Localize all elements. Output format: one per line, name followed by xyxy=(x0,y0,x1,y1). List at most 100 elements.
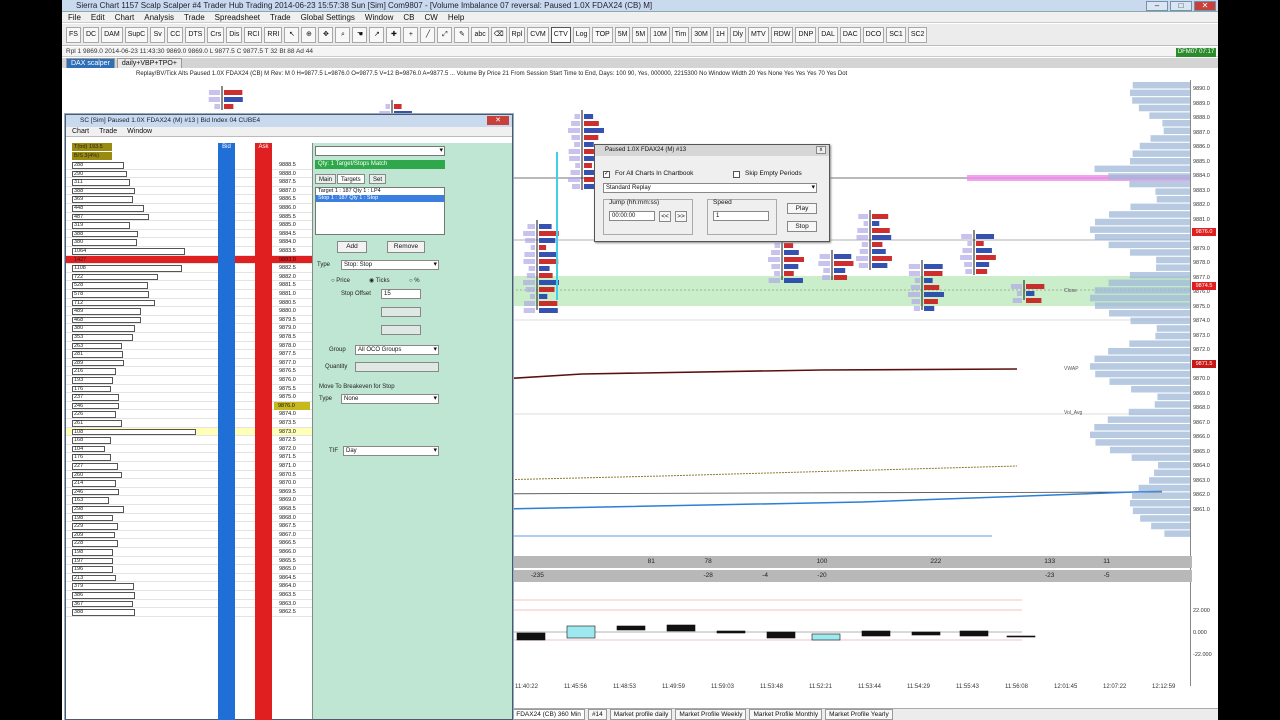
ladder-row[interactable]: 104 9872.0 xyxy=(66,445,312,454)
ladder-row[interactable]: 288 9888.5 xyxy=(66,161,312,170)
ladder-row[interactable]: 263 9878.0 xyxy=(66,342,312,351)
type-select[interactable]: Stop: Stop xyxy=(341,260,439,270)
zoom-icon[interactable]: ⌕ xyxy=(335,26,351,43)
ladder-row[interactable]: 168 9872.5 xyxy=(66,436,312,445)
menu-item-cw[interactable]: CW xyxy=(424,12,437,22)
ladder-row[interactable]: 108 9873.0 xyxy=(66,427,312,437)
tif-select[interactable]: Day xyxy=(343,446,439,456)
time-axis[interactable]: 11:09:5311:40:2211:45:5611:48:5311:49:59… xyxy=(452,684,1192,694)
ladder-row[interactable]: 722 9882.0 xyxy=(66,273,312,282)
pan-icon[interactable]: ✥ xyxy=(318,26,334,43)
ladder-row[interactable]: 289 9877.0 xyxy=(66,359,312,368)
skip-empty-checkbox[interactable] xyxy=(733,171,740,178)
menu-item-edit[interactable]: Edit xyxy=(91,12,105,22)
quantity-input[interactable] xyxy=(355,362,439,372)
arrow-icon[interactable]: ↗ xyxy=(369,26,385,43)
status-tab[interactable]: #14 xyxy=(587,709,607,720)
order-template-select[interactable] xyxy=(315,146,445,156)
plus-icon[interactable]: + xyxy=(403,26,419,43)
ladder-row[interactable]: 380 9879.0 xyxy=(66,324,312,333)
tab-set[interactable]: Set xyxy=(369,174,387,184)
ladder-row[interactable]: 388 9887.0 xyxy=(66,187,312,196)
toolbar-button-mtv[interactable]: MTV xyxy=(747,26,769,43)
ladder-row[interactable]: 213 9864.5 xyxy=(66,574,312,583)
status-tab[interactable]: Market Profile Weekly xyxy=(675,709,747,720)
line-icon[interactable]: ╱ xyxy=(420,26,436,43)
toolbar-button-rdw[interactable]: RDW xyxy=(770,26,794,43)
toolbar-button-fs[interactable]: FS xyxy=(66,26,81,43)
maximize-button[interactable]: □ xyxy=(1170,1,1192,11)
ladder-row[interactable]: 489 9880.0 xyxy=(66,307,312,316)
move-type-select[interactable]: None xyxy=(341,394,439,404)
tab-0[interactable]: DAX scalper xyxy=(66,58,115,68)
ladder-row[interactable]: 176 9871.5 xyxy=(66,453,312,462)
ladder-row[interactable]: 468 9879.5 xyxy=(66,316,312,325)
ladder-row[interactable]: 281 9877.5 xyxy=(66,350,312,359)
ladder-row[interactable]: 311 9887.5 xyxy=(66,178,312,187)
ladder-row[interactable]: 261 9873.5 xyxy=(66,419,312,428)
speed-input[interactable]: 1 xyxy=(713,211,769,221)
offset-field-3[interactable] xyxy=(381,325,421,335)
toolbar-button-rpl[interactable]: Rpl xyxy=(508,26,526,43)
play-button[interactable]: Play xyxy=(787,203,817,214)
toolbar-button-1h[interactable]: 1H xyxy=(712,26,728,43)
ladder-row[interactable]: 228 9866.5 xyxy=(66,539,312,548)
ladder-row[interactable]: 353 9878.5 xyxy=(66,333,312,342)
menu-item-cb[interactable]: CB xyxy=(403,12,414,22)
targets-list[interactable]: Target 1 : 187 Qty 1 : LP4 Stop 1 : 187 … xyxy=(315,187,445,235)
tab-main[interactable]: Main xyxy=(315,174,337,184)
list-item[interactable]: Stop 1 : 187 Qty 1 : Stop xyxy=(316,195,444,202)
replay-mode-select[interactable]: Standard Replay xyxy=(603,183,817,193)
jump-forward-button[interactable]: >> xyxy=(675,211,687,222)
toolbar-button-rri[interactable]: RRI xyxy=(264,26,283,43)
ladder-row[interactable]: 290 9888.0 xyxy=(66,170,312,179)
status-tab[interactable]: Market Profile Yearly xyxy=(825,709,893,720)
toolbar-button-cvm[interactable]: CVM xyxy=(527,26,549,43)
toolbar-button-tim[interactable]: Tim xyxy=(671,26,690,43)
ladder-row[interactable]: 369 9886.5 xyxy=(66,195,312,204)
add-button[interactable]: Add xyxy=(337,241,367,253)
ladder-row[interactable]: 198 9868.0 xyxy=(66,514,312,523)
toolbar-button-sv[interactable]: Sv xyxy=(150,26,166,43)
ladder-row[interactable]: 216 9876.5 xyxy=(66,367,312,376)
replay-dialog[interactable]: Paused 1.0X FDAX24 (M) #13 x ✓ For All C… xyxy=(594,144,830,242)
dom-close-button[interactable]: ✕ xyxy=(487,116,509,125)
crosshair-icon[interactable]: ⊕ xyxy=(301,26,317,43)
ladder-row[interactable]: 1108 9882.5 xyxy=(66,264,312,273)
toolbar-button-ctv[interactable]: CTV xyxy=(550,26,571,43)
eraser-icon[interactable]: ⌫ xyxy=(490,26,507,43)
toolbar-button-dnp[interactable]: DNP xyxy=(795,26,817,43)
cursor-icon[interactable]: ↖ xyxy=(284,26,300,43)
ladder-row[interactable]: 298 9868.5 xyxy=(66,505,312,514)
stop-button[interactable]: Stop xyxy=(787,221,817,232)
price-axis[interactable]: 9890.0 9889.0 9888.0 9887.0 9886.0 9885.0 9884… xyxy=(1190,80,1218,686)
toolbar-button-dac[interactable]: DAC xyxy=(839,26,861,43)
ladder-row[interactable]: 198 9866.0 xyxy=(66,548,312,557)
toolbar-button-sc1[interactable]: SC1 xyxy=(886,26,906,43)
ladder-row[interactable]: 1064 9883.5 xyxy=(66,247,312,256)
menu-item-trade[interactable]: Trade xyxy=(270,12,291,22)
toolbar-button-dc[interactable]: DC xyxy=(83,26,100,43)
stop-offset-input[interactable]: 15 xyxy=(381,289,421,299)
text-icon[interactable]: abc xyxy=(471,26,489,43)
ladder-row[interactable]: 197 9865.5 xyxy=(66,557,312,566)
menu-item-analysis[interactable]: Analysis xyxy=(144,12,174,22)
jump-back-button[interactable]: << xyxy=(659,211,671,222)
radio-percent[interactable]: ○ % xyxy=(409,277,420,285)
toolbar-button-sc2[interactable]: SC2 xyxy=(907,26,928,43)
toolbar-button-dam[interactable]: DAM xyxy=(101,26,123,43)
menu-item-chart[interactable]: Chart xyxy=(115,12,135,22)
ladder-row[interactable]: 193 9876.0 xyxy=(66,376,312,385)
ladder-row[interactable]: 176 9875.5 xyxy=(66,385,312,394)
ladder-row[interactable]: 209 9867.0 xyxy=(66,531,312,540)
ladder-row[interactable]: 380 9884.0 xyxy=(66,238,312,247)
status-tab[interactable]: Market profile daily xyxy=(609,709,673,720)
toolbar-button-cc[interactable]: CC xyxy=(167,26,184,43)
trade-dom-window[interactable]: SC [Sim] Paused 1.0X FDAX24 (M) #13 | Bi… xyxy=(65,114,513,720)
toolbar-button-rci[interactable]: RCI xyxy=(244,26,263,43)
pen-icon[interactable]: ✎ xyxy=(454,26,470,43)
ladder-row[interactable]: 196 9865.0 xyxy=(66,565,312,574)
ladder-row[interactable]: 528 9881.5 xyxy=(66,281,312,290)
jump-time-input[interactable]: 00:00:00 xyxy=(609,211,655,221)
ray-icon[interactable]: ⤢ xyxy=(437,26,453,43)
